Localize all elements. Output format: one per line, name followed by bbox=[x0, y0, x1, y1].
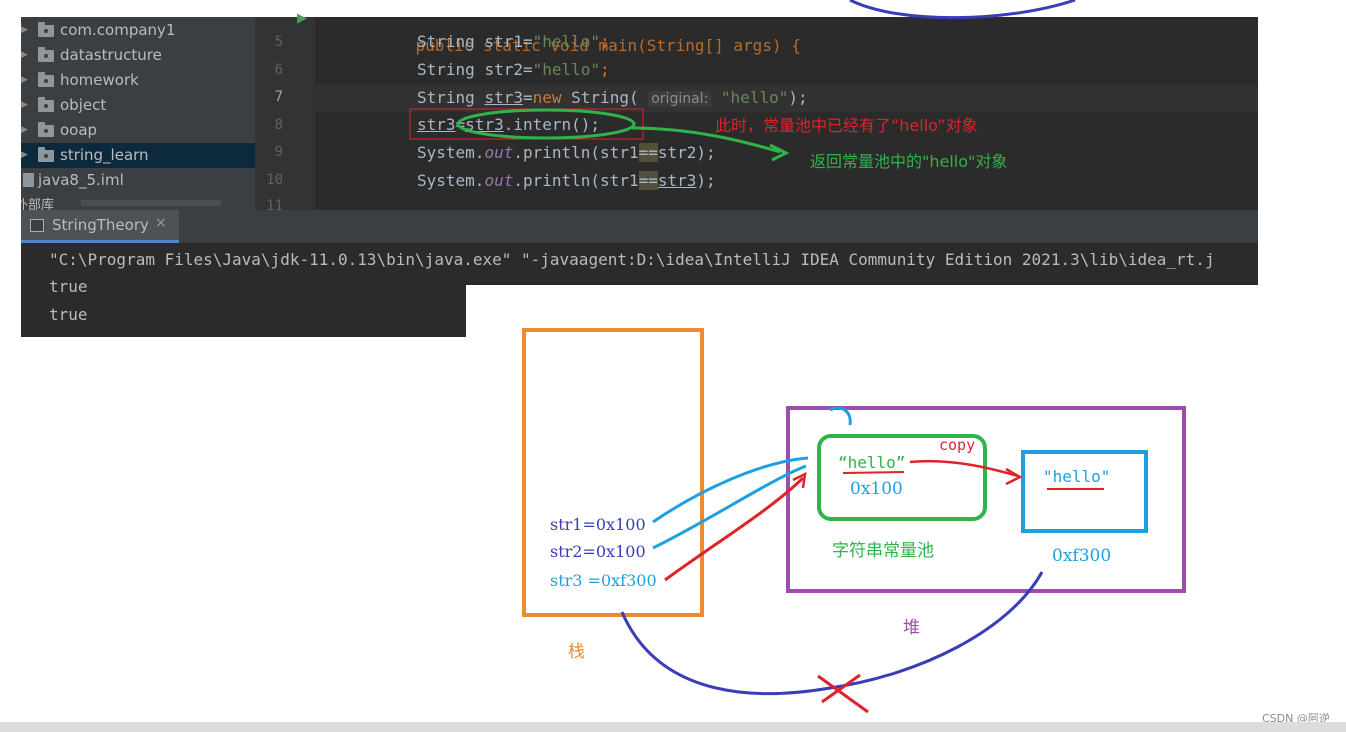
pool-label: 字符串常量池 bbox=[832, 541, 934, 561]
pointer-str3 bbox=[664, 476, 805, 582]
stack-var-str2: str2=0x100 bbox=[550, 542, 646, 561]
pool-address: 0x100 bbox=[850, 479, 903, 499]
note-red: 此时，常量池中已经有了“hello”对象 bbox=[715, 116, 978, 135]
red-underline bbox=[842, 471, 905, 474]
blue-hook bbox=[829, 406, 852, 426]
blue-arc-top bbox=[849, 0, 1076, 20]
stack-var-str3: str3 =0xf300 bbox=[550, 571, 657, 590]
bottom-strip bbox=[0, 722, 1346, 732]
heap-object-box bbox=[1021, 450, 1148, 533]
arrowhead-icon bbox=[1005, 467, 1023, 486]
note-green: 返回常量池中的"hello"对象 bbox=[810, 152, 1008, 171]
copy-arrow bbox=[909, 459, 1019, 478]
heap-object-address: 0xf300 bbox=[1052, 546, 1112, 566]
pool-literal: “hello” bbox=[838, 453, 906, 472]
stack-label: 栈 bbox=[568, 642, 585, 662]
stack-var-str1: str1=0x100 bbox=[550, 515, 646, 534]
heap-label: 堆 bbox=[903, 618, 920, 638]
pointer-str1 bbox=[652, 456, 809, 524]
annotation-drawing bbox=[409, 0, 1186, 714]
green-circle-mark bbox=[456, 108, 636, 140]
heap-object-literal: "hello" bbox=[1043, 467, 1111, 486]
copy-label: copy bbox=[939, 436, 976, 454]
